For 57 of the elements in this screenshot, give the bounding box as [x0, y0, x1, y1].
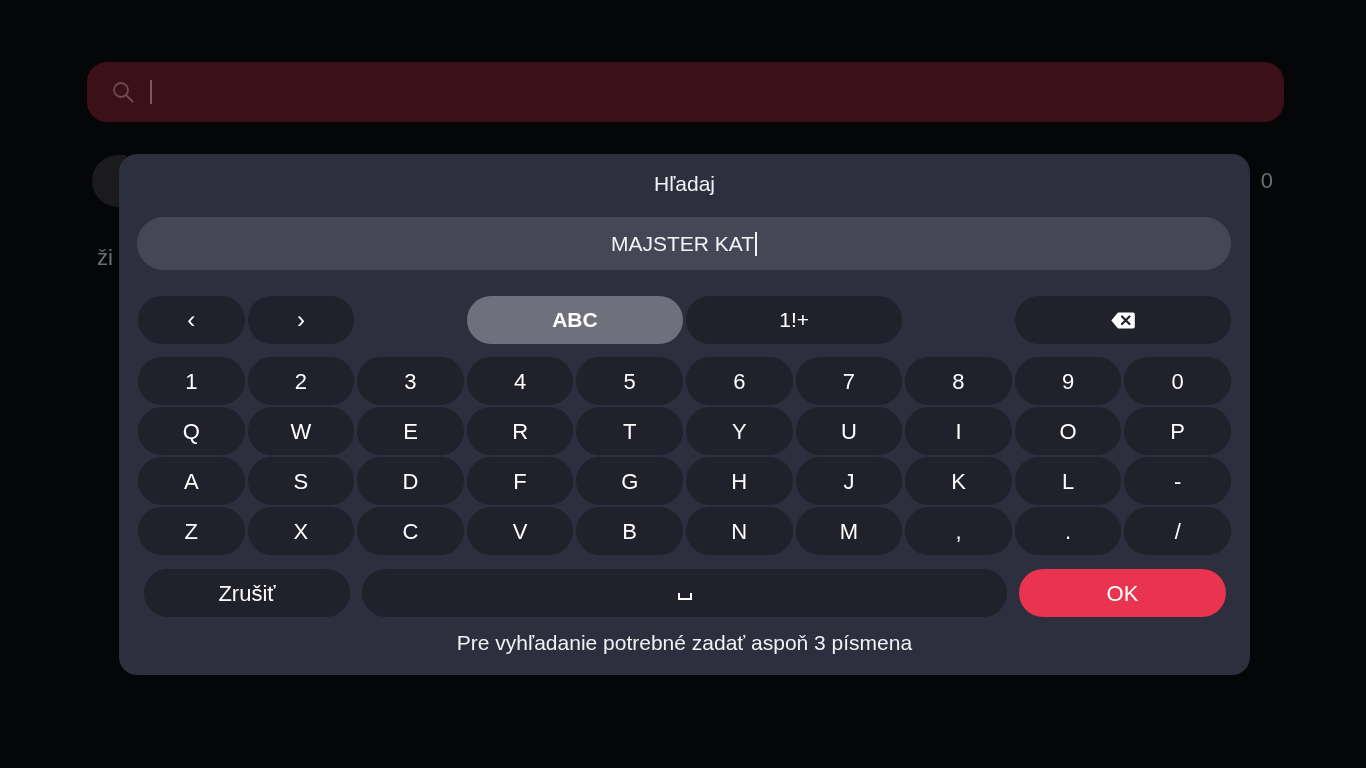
ok-button[interactable]: OK — [1019, 569, 1226, 617]
backspace-icon — [1110, 311, 1135, 329]
keyboard-key[interactable]: 6 — [686, 357, 793, 405]
keyboard-key[interactable]: 4 — [466, 357, 574, 405]
keyboard-key[interactable]: D — [357, 457, 464, 505]
keyboard-key[interactable]: T — [576, 407, 683, 455]
keyboard-key[interactable]: H — [686, 457, 793, 505]
keyboard-key[interactable]: V — [466, 507, 574, 555]
count-label: 0 — [1260, 168, 1273, 194]
keyboard-key[interactable]: 8 — [905, 357, 1012, 405]
keyboard-key[interactable]: B — [576, 507, 683, 555]
keyboard-key[interactable]: . — [1014, 507, 1122, 555]
cancel-button[interactable]: Zrušiť — [144, 569, 350, 617]
keyboard-key[interactable]: 3 — [357, 357, 464, 405]
search-field[interactable] — [87, 62, 1284, 122]
list-item-text: ži — [97, 245, 113, 271]
keyboard-key[interactable]: S — [247, 457, 355, 505]
keyboard-key[interactable]: X — [247, 507, 355, 555]
keyboard-key[interactable]: Q — [138, 407, 245, 455]
keyboard-key[interactable]: G — [576, 457, 683, 505]
search-icon — [112, 81, 134, 103]
cursor-key[interactable]: › — [247, 296, 355, 344]
keyboard-key[interactable]: A — [138, 457, 245, 505]
keyboard-key[interactable]: 1 — [138, 357, 245, 405]
keyboard-key[interactable]: 7 — [795, 357, 903, 405]
keyboard-key[interactable]: R — [466, 407, 574, 455]
keyboard-key[interactable]: 0 — [1124, 357, 1231, 405]
text-input[interactable]: MAJSTER KAT — [137, 217, 1231, 270]
keyboard-key[interactable]: E — [357, 407, 464, 455]
mode-tab[interactable]: ABC — [466, 296, 683, 344]
keyboard-key[interactable]: J — [795, 457, 903, 505]
keyboard-key[interactable]: / — [1124, 507, 1231, 555]
keyboard-key[interactable]: O — [1014, 407, 1122, 455]
keyboard-key[interactable]: K — [905, 457, 1012, 505]
cursor-key[interactable]: ‹ — [138, 296, 245, 344]
hint-text: Pre vyhľadanie potrebné zadať aspoň 3 písmena — [456, 630, 913, 656]
keyboard-key[interactable]: 2 — [247, 357, 355, 405]
dialog-title: Hľadaj — [654, 171, 715, 197]
keyboard-key[interactable]: U — [795, 407, 903, 455]
keyboard-key[interactable]: W — [247, 407, 355, 455]
keyboard-key[interactable]: - — [1124, 457, 1231, 505]
space-key[interactable] — [362, 569, 1007, 617]
keyboard-key[interactable]: M — [795, 507, 903, 555]
keyboard-key[interactable]: F — [466, 457, 574, 505]
keyboard-key[interactable]: C — [357, 507, 464, 555]
keyboard-key[interactable]: L — [1014, 457, 1122, 505]
keyboard-key[interactable]: , — [905, 507, 1012, 555]
keyboard-key[interactable]: Y — [686, 407, 793, 455]
keyboard-key[interactable]: 9 — [1014, 357, 1122, 405]
backspace-key[interactable] — [1014, 296, 1231, 344]
space-bar-icon — [677, 592, 692, 600]
keyboard-key[interactable]: Z — [138, 507, 245, 555]
keyboard-key[interactable]: N — [686, 507, 793, 555]
mode-tab[interactable]: 1!+ — [686, 296, 903, 344]
keyboard-key[interactable]: P — [1124, 407, 1231, 455]
keyboard-key[interactable]: 5 — [576, 357, 683, 405]
keyboard-key[interactable]: I — [905, 407, 1012, 455]
